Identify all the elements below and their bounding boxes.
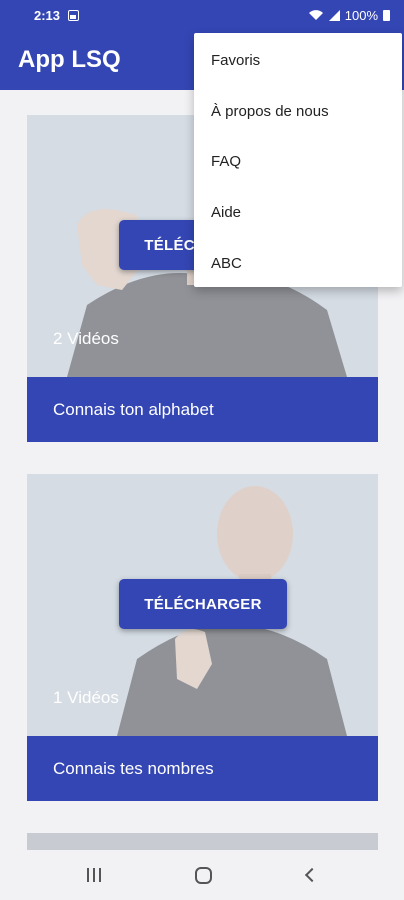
back-icon[interactable] [304, 867, 319, 883]
video-count: 2 Vidéos [53, 329, 119, 348]
video-card-numbers[interactable]: TÉLÉCHARGER 1 Vidéos Connais tes nombres [27, 474, 378, 801]
gallery-notification-icon [68, 9, 80, 21]
card-title[interactable]: Connais ton alphabet [27, 377, 378, 442]
menu-item-about[interactable]: À propos de nous [194, 86, 402, 137]
status-bar: 2:13 100% [0, 0, 404, 30]
battery-icon [383, 9, 390, 21]
card-title[interactable]: Connais tes nombres [27, 736, 378, 801]
menu-item-faq[interactable]: FAQ [194, 137, 402, 188]
overflow-menu: Favoris À propos de nous FAQ Aide ABC [194, 33, 402, 287]
recents-icon[interactable] [87, 868, 102, 882]
video-count: 1 Vidéos [53, 688, 119, 707]
menu-item-help[interactable]: Aide [194, 187, 402, 238]
signal-icon [328, 9, 340, 21]
menu-item-favoris[interactable]: Favoris [194, 35, 402, 86]
download-button[interactable]: TÉLÉCHARGER [119, 579, 287, 629]
status-time: 2:13 [34, 7, 61, 23]
wifi-icon [308, 10, 323, 20]
app-title: App LSQ [18, 46, 121, 73]
battery-percent: 100% [344, 7, 378, 23]
status-indicators: 100% [308, 8, 390, 23]
system-nav-bar [0, 850, 404, 900]
home-icon[interactable] [195, 866, 213, 884]
menu-item-abc[interactable]: ABC [194, 238, 402, 289]
card-thumbnail[interactable]: TÉLÉCHARGER 1 Vidéos [27, 474, 378, 736]
